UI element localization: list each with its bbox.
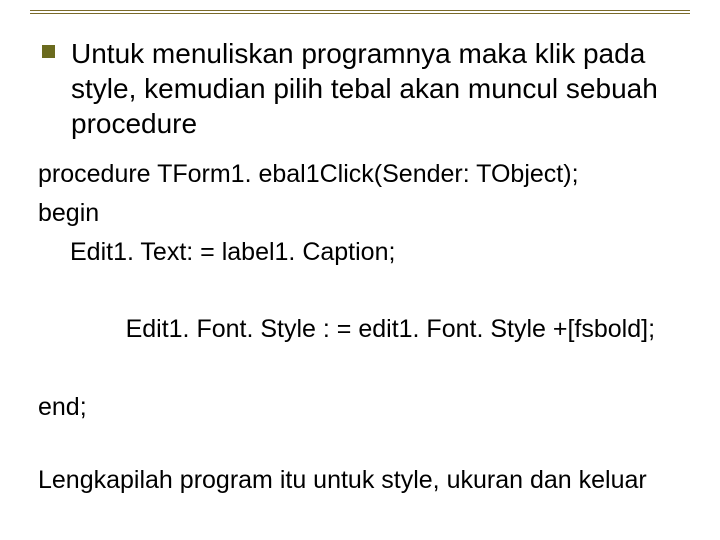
code-line-4b: ];	[641, 315, 655, 343]
code-line-4: Edit1. Font. Style : = edit1. Font. Styl…	[38, 271, 676, 387]
code-line-2: begin	[38, 194, 676, 233]
bullet-text: Untuk menuliskan programnya maka klik pa…	[71, 36, 676, 141]
code-line-3: Edit1. Text: = label1. Caption;	[38, 233, 676, 272]
top-divider	[30, 10, 690, 14]
code-block: procedure TForm1. ebal1Click(Sender: TOb…	[38, 155, 676, 426]
square-bullet-icon	[42, 45, 55, 58]
footer-text: Lengkapilah program itu untuk style, uku…	[38, 464, 676, 497]
bullet-item: Untuk menuliskan programnya maka klik pa…	[36, 36, 676, 141]
content-area: Untuk menuliskan programnya maka klik pa…	[36, 36, 676, 497]
code-line-5: end;	[38, 388, 676, 427]
code-line-1: procedure TForm1. ebal1Click(Sender: TOb…	[38, 155, 676, 194]
code-line-4a: Edit1. Font. Style : = edit1. Font. Styl…	[126, 315, 642, 343]
slide: Untuk menuliskan programnya maka klik pa…	[0, 0, 720, 540]
